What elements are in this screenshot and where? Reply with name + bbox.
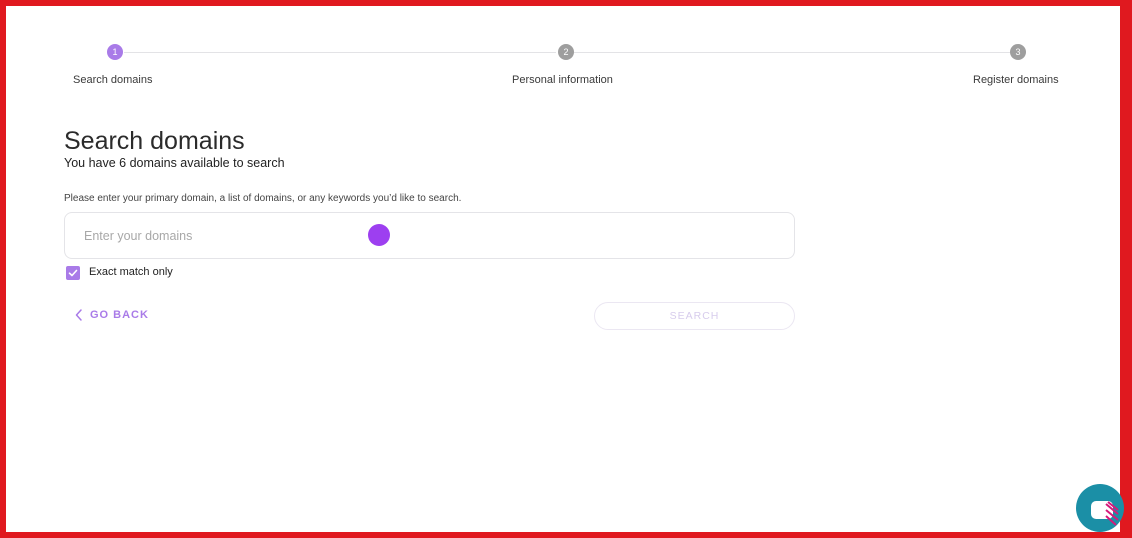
stepper-connector-2 (574, 52, 1010, 53)
step-2-label: Personal information (512, 74, 613, 86)
domains-available-text: You have 6 domains available to search (64, 156, 285, 170)
step-2-indicator: 2 (558, 44, 574, 60)
step-1-label: Search domains (73, 74, 153, 86)
chat-badge-icon (1105, 501, 1119, 526)
go-back-label: GO BACK (90, 309, 149, 321)
progress-stepper: 1 Search domains 2 Personal information … (0, 0, 1132, 100)
step-3-number: 3 (1015, 47, 1021, 57)
stepper-connector-1 (124, 52, 556, 53)
cursor-indicator (368, 224, 390, 246)
step-1-indicator: 1 (107, 44, 123, 60)
check-icon (68, 269, 78, 277)
search-button[interactable]: SEARCH (594, 302, 795, 330)
domain-search-input[interactable] (64, 212, 795, 259)
exact-match-checkbox[interactable] (66, 266, 80, 280)
step-3-label: Register domains (973, 74, 1059, 86)
step-1-number: 1 (112, 47, 118, 57)
chevron-left-icon (75, 309, 82, 321)
search-button-label: SEARCH (669, 310, 720, 322)
search-instruction: Please enter your primary domain, a list… (64, 193, 462, 204)
step-2-number: 2 (563, 47, 569, 57)
step-3-indicator: 3 (1010, 44, 1026, 60)
exact-match-label[interactable]: Exact match only (89, 266, 173, 278)
page-title: Search domains (64, 127, 245, 155)
go-back-button[interactable]: GO BACK (74, 309, 149, 321)
